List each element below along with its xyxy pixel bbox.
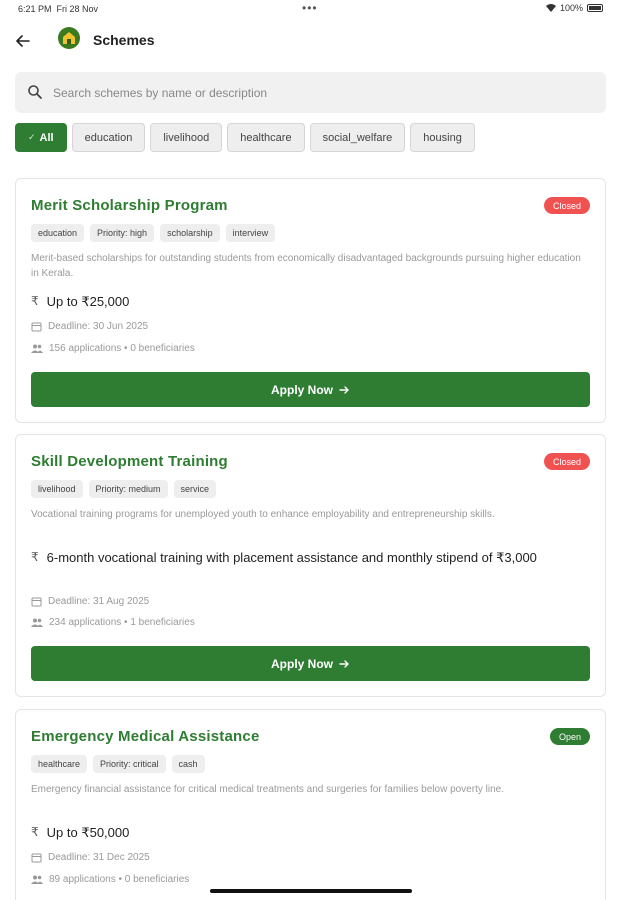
- filter-chips: ✓ All education livelihood healthcare soc…: [15, 123, 475, 152]
- tag: healthcare: [31, 755, 88, 773]
- search-icon: [28, 85, 42, 99]
- back-arrow-icon: [16, 35, 30, 47]
- search-input[interactable]: [53, 72, 593, 113]
- benefit-text: Up to ₹50,000: [46, 825, 130, 840]
- status-right: 100%: [545, 3, 603, 13]
- tag: Priority: high: [90, 224, 155, 242]
- tag: education: [31, 224, 85, 242]
- scheme-title: Emergency Medical Assistance: [31, 728, 260, 745]
- check-icon: ✓: [28, 132, 36, 142]
- people-icon: [31, 618, 43, 627]
- battery-percent: 100%: [559, 3, 583, 13]
- filter-chip-all[interactable]: ✓ All: [15, 123, 67, 152]
- scheme-deadline: Deadline: 31 Dec 2025: [31, 852, 150, 863]
- arrow-right-icon: [339, 659, 349, 668]
- filter-chip-housing[interactable]: housing: [410, 123, 475, 152]
- status-badge: Open: [549, 728, 590, 745]
- house-icon: [63, 32, 75, 44]
- tag: service: [173, 480, 217, 498]
- scheme-benefit: ₹ Up to ₹50,000: [31, 823, 591, 842]
- rupee-icon: ₹: [31, 550, 39, 564]
- apply-now-button[interactable]: Apply Now: [31, 372, 590, 407]
- tag: livelihood: [31, 480, 83, 498]
- back-button[interactable]: [12, 30, 34, 52]
- tag: scholarship: [160, 224, 220, 242]
- filter-chip-livelihood[interactable]: livelihood: [150, 123, 223, 152]
- scheme-deadline: Deadline: 30 Jun 2025: [31, 321, 148, 332]
- scheme-tags: livelihood Priority: medium service: [31, 480, 217, 498]
- scheme-tags: healthcare Priority: critical cash: [31, 755, 205, 773]
- scheme-title: Skill Development Training: [31, 453, 228, 470]
- tag: Priority: medium: [88, 480, 168, 498]
- page-title: Schemes: [93, 32, 155, 48]
- scheme-description: Vocational training programs for unemplo…: [31, 509, 495, 520]
- scheme-card[interactable]: Emergency Medical Assistance Open health…: [15, 709, 606, 900]
- rupee-icon: ₹: [31, 294, 39, 308]
- scheme-description: Emergency financial assistance for criti…: [31, 784, 504, 795]
- app-bar: Schemes: [0, 24, 621, 58]
- scheme-deadline: Deadline: 31 Aug 2025: [31, 596, 149, 607]
- scheme-tags: education Priority: high scholarship int…: [31, 224, 276, 242]
- scheme-title: Merit Scholarship Program: [31, 197, 228, 214]
- scheme-benefit: ₹ 6-month vocational training with place…: [31, 548, 591, 567]
- benefit-text: 6-month vocational training with placeme…: [46, 550, 537, 565]
- scheme-benefit: ₹ Up to ₹25,000: [31, 292, 591, 311]
- status-badge: Closed: [543, 453, 590, 470]
- people-icon: [31, 875, 43, 884]
- rupee-icon: ₹: [31, 825, 39, 839]
- scheme-stats: 156 applications • 0 beneficiaries: [31, 343, 195, 354]
- search-box[interactable]: [15, 72, 606, 113]
- scheme-stats: 234 applications • 1 beneficiaries: [31, 617, 195, 628]
- home-indicator[interactable]: [210, 889, 412, 893]
- calendar-icon: [31, 597, 42, 607]
- status-bar: 6:21 PM Fri 28 Nov ••• 100%: [0, 0, 621, 20]
- scheme-card[interactable]: Merit Scholarship Program Closed educati…: [15, 178, 606, 423]
- filter-chip-healthcare[interactable]: healthcare: [227, 123, 305, 152]
- status-time: 6:21 PM Fri 28 Nov: [18, 4, 99, 14]
- scheme-description: Merit-based scholarships for outstanding…: [31, 253, 581, 279]
- calendar-icon: [31, 322, 42, 332]
- apply-now-button[interactable]: Apply Now: [31, 646, 590, 681]
- people-icon: [31, 344, 43, 353]
- scheme-card[interactable]: Skill Development Training Closed liveli…: [15, 434, 606, 697]
- filter-chip-social-welfare[interactable]: social_welfare: [309, 123, 406, 152]
- scheme-stats: 89 applications • 0 beneficiaries: [31, 874, 189, 885]
- tag: interview: [225, 224, 276, 242]
- battery-icon: [587, 4, 603, 12]
- calendar-icon: [31, 853, 42, 863]
- filter-chip-education[interactable]: education: [71, 123, 146, 152]
- tag: Priority: critical: [93, 755, 166, 773]
- status-badge: Closed: [543, 197, 590, 214]
- benefit-text: Up to ₹25,000: [46, 294, 130, 309]
- tag: cash: [171, 755, 205, 773]
- wifi-icon: [545, 4, 556, 12]
- multitask-dots[interactable]: •••: [302, 1, 318, 15]
- app-logo: [58, 27, 80, 49]
- arrow-right-icon: [339, 385, 349, 394]
